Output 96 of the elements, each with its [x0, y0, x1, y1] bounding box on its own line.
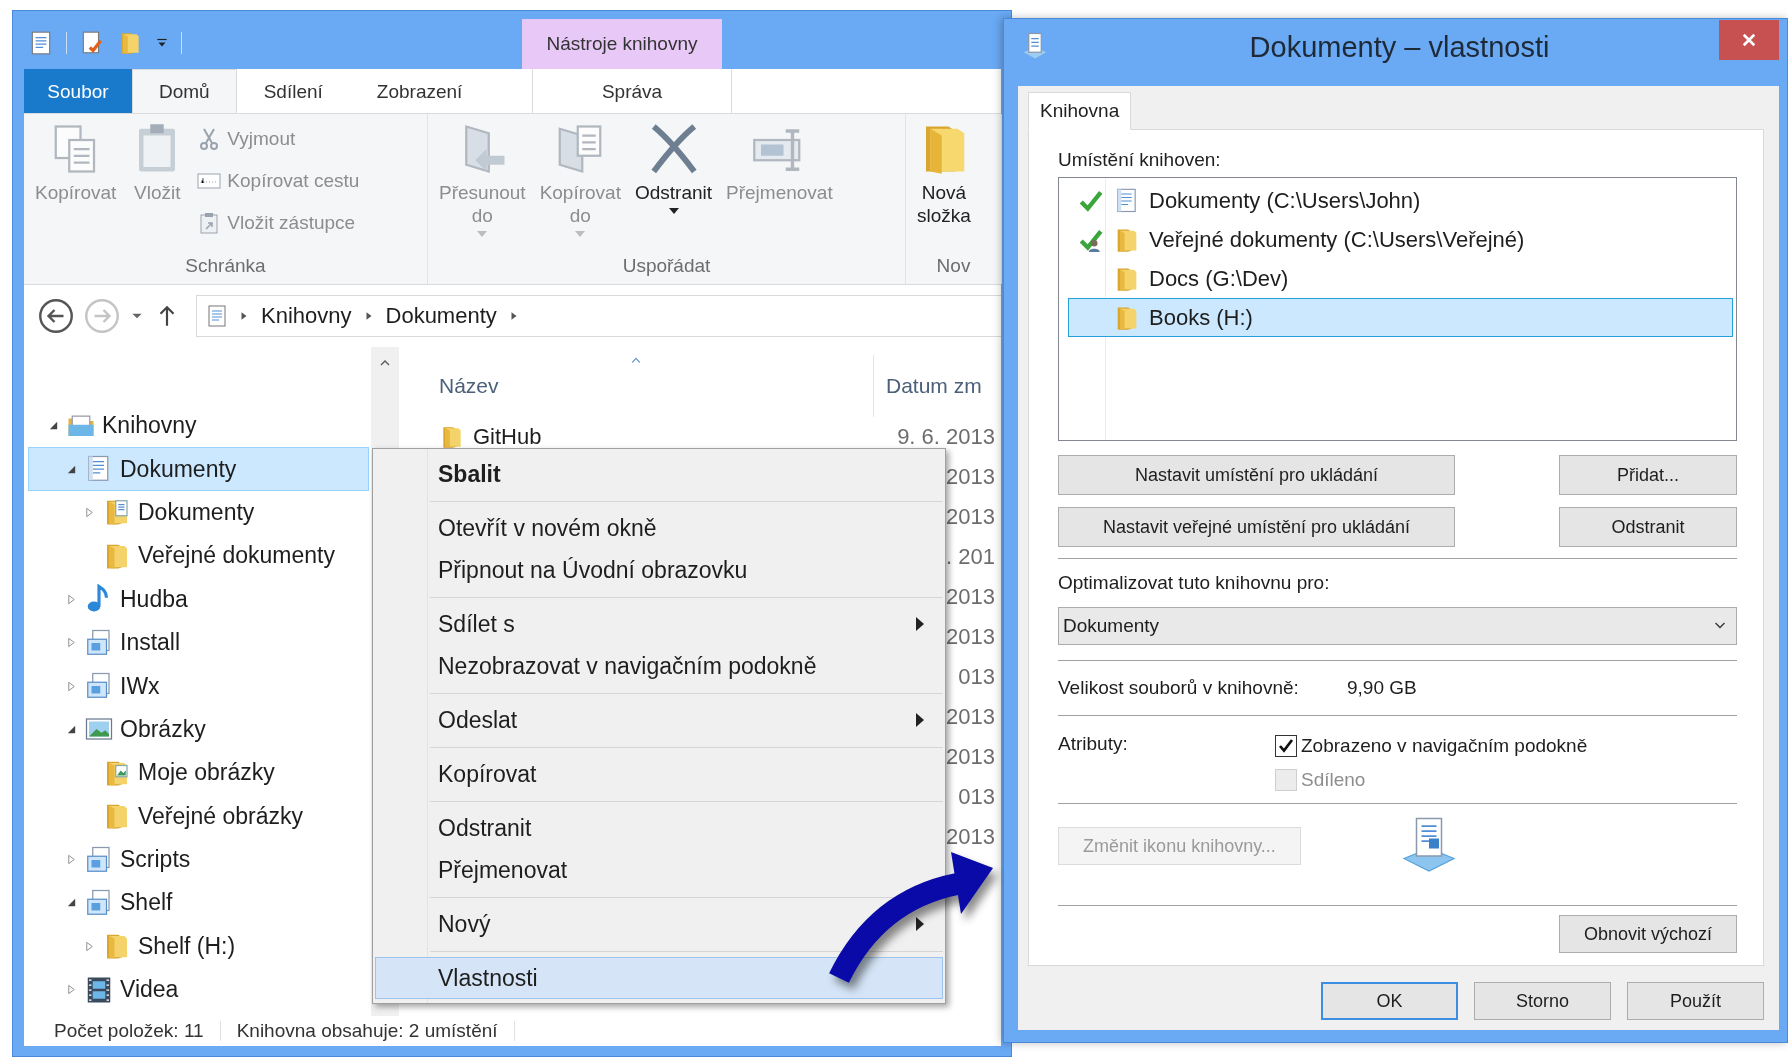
collapsed-arrow-icon — [65, 593, 77, 605]
group-title: Uspořádat — [621, 254, 712, 278]
caret-icon — [668, 207, 679, 214]
menu-item[interactable]: Nový — [438, 910, 491, 938]
tree-item[interactable]: Veřejné dokumenty — [28, 534, 370, 578]
collapsed-arrow-icon — [65, 984, 77, 996]
date-text: 2013 — [946, 824, 995, 850]
dialog-button[interactable]: Nastavit veřejné umístění pro ukládání — [1058, 507, 1455, 547]
status-text: Počet položek: 11 — [54, 1020, 204, 1042]
field-label: Umístění knihoven: — [1058, 149, 1222, 171]
date-text: 2013 — [946, 504, 995, 530]
expanded-arrow-icon — [65, 897, 77, 909]
document-icon — [205, 304, 229, 328]
contextual-tab-header: Nástroje knihovny — [522, 19, 722, 69]
expanded-arrow-icon — [65, 723, 77, 735]
list-item[interactable]: Veřejné dokumenty (C:\Users\Veřejné) — [1068, 220, 1733, 259]
collapsed-arrow-icon — [65, 637, 77, 649]
dialog-title: Dokumenty – vlastnosti — [1248, 30, 1551, 64]
tree-item[interactable]: Moje obrázky — [28, 751, 370, 795]
size-value: 9,90 GB — [1347, 677, 1417, 699]
ribbon-tab[interactable]: Soubor — [24, 69, 132, 113]
tree-item[interactable]: Scripts — [28, 837, 370, 882]
breadcrumb-link[interactable]: Knihovny — [259, 303, 354, 329]
tree-item[interactable]: Veřejné obrázky — [28, 794, 370, 838]
submenu-arrow-icon — [916, 617, 924, 631]
expanded-arrow-icon — [65, 463, 77, 475]
menu-item[interactable]: Sbalit — [438, 460, 501, 488]
dialog-button[interactable]: Nastavit umístění pro ukládání — [1058, 455, 1455, 495]
dialog-button[interactable]: OK — [1321, 982, 1458, 1020]
dialog-button[interactable]: Odstranit — [1559, 507, 1737, 547]
close-button[interactable] — [1719, 20, 1779, 60]
tree-item[interactable]: Knihovny — [28, 404, 370, 448]
dropdown-field[interactable]: Dokumenty — [1058, 607, 1737, 645]
date-text: 2013 — [946, 744, 995, 770]
date-text: 2013 — [946, 704, 995, 730]
ribbon-tab[interactable]: Správa — [532, 69, 732, 113]
date-text: 2013 — [946, 584, 995, 610]
menu-item[interactable]: Odstranit — [438, 814, 532, 842]
breadcrumb-link[interactable]: Dokumenty — [383, 303, 499, 329]
dialog-button[interactable]: Použít — [1627, 982, 1764, 1020]
menu-item[interactable]: Kopírovat — [438, 760, 537, 788]
ribbon-button[interactable]: Nová složka — [912, 120, 976, 240]
tree-item[interactable]: Obrázky — [28, 707, 370, 752]
menu-item[interactable]: Sdílet s — [438, 610, 515, 638]
collapsed-arrow-icon — [83, 506, 95, 518]
date-text: . 201 — [946, 544, 995, 570]
submenu-arrow-icon — [916, 713, 924, 727]
close-icon — [1740, 31, 1758, 49]
checkbox[interactable]: Zobrazeno v navigačním podokně — [1275, 733, 1588, 759]
submenu-arrow-icon — [916, 917, 924, 931]
address-bar[interactable]: Knihovny Dokumenty — [196, 295, 1001, 337]
group-title: Schránka — [184, 254, 267, 278]
collapsed-arrow-icon — [83, 940, 95, 952]
tree-item[interactable]: Dokumenty — [28, 490, 370, 535]
file-name: GitHub — [473, 424, 542, 450]
tree-item[interactable]: Hudba — [28, 577, 370, 621]
ribbon-button[interactable]: Odstranit — [629, 120, 718, 217]
dialog-button[interactable]: Obnovit výchozí — [1559, 915, 1737, 953]
group-title: Nov — [935, 254, 972, 278]
list-item[interactable]: Dokumenty (C:\Users\John) — [1068, 181, 1733, 220]
status-text: Knihovna obsahuje: 2 umístění — [236, 1020, 498, 1042]
tree-item[interactable]: Dokumenty — [28, 447, 370, 491]
date-text: 013 — [958, 664, 995, 690]
menu-item[interactable]: Připnout na Úvodní obrazovku — [438, 556, 748, 584]
menu-item[interactable]: Odeslat — [438, 706, 518, 734]
menu-item[interactable]: Vlastnosti — [375, 957, 943, 999]
menu-item[interactable]: Otevřít v novém okně — [438, 514, 657, 542]
caret-icon — [575, 230, 586, 237]
column-header[interactable]: Název — [399, 355, 874, 417]
menu-item[interactable]: Přejmenovat — [438, 856, 568, 884]
dialog-button[interactable]: Přidat... — [1559, 455, 1737, 495]
tree-item[interactable]: Shelf (H:) — [28, 924, 370, 969]
date-text: 2013 — [946, 464, 995, 490]
expanded-arrow-icon — [47, 420, 59, 432]
date-text: 013 — [958, 784, 995, 810]
caret-icon — [477, 230, 488, 237]
dialog-tab[interactable]: Knihovna — [1028, 92, 1132, 130]
list-item[interactable]: Books (H:) — [1068, 298, 1733, 337]
chevron-icon — [239, 310, 249, 322]
tree-item[interactable]: Videa — [28, 968, 370, 1012]
tree-item[interactable]: Shelf — [28, 881, 370, 925]
field-label: Velikost souborů v knihovně: — [1058, 677, 1300, 699]
tree-item[interactable]: IWx — [28, 664, 370, 708]
collapsed-arrow-icon — [65, 680, 77, 692]
collapsed-arrow-icon — [65, 854, 77, 866]
ribbon-tab[interactable]: Domů — [132, 69, 237, 113]
column-header[interactable]: Datum zm — [874, 355, 1001, 417]
date-text: 2013 — [946, 624, 995, 650]
tree-item[interactable]: Install — [28, 620, 370, 665]
back-button[interactable] — [38, 298, 74, 334]
menu-item[interactable]: Nezobrazovat v navigačním podokně — [438, 652, 817, 680]
date-text: 9. 6. 2013 — [897, 424, 995, 450]
dialog-button[interactable]: Storno — [1474, 982, 1611, 1020]
field-label: Optimalizovat tuto knihovnu pro: — [1058, 572, 1331, 594]
field-label: Atributy: — [1058, 733, 1129, 756]
list-item[interactable]: Docs (G:\Dev) — [1068, 259, 1733, 298]
